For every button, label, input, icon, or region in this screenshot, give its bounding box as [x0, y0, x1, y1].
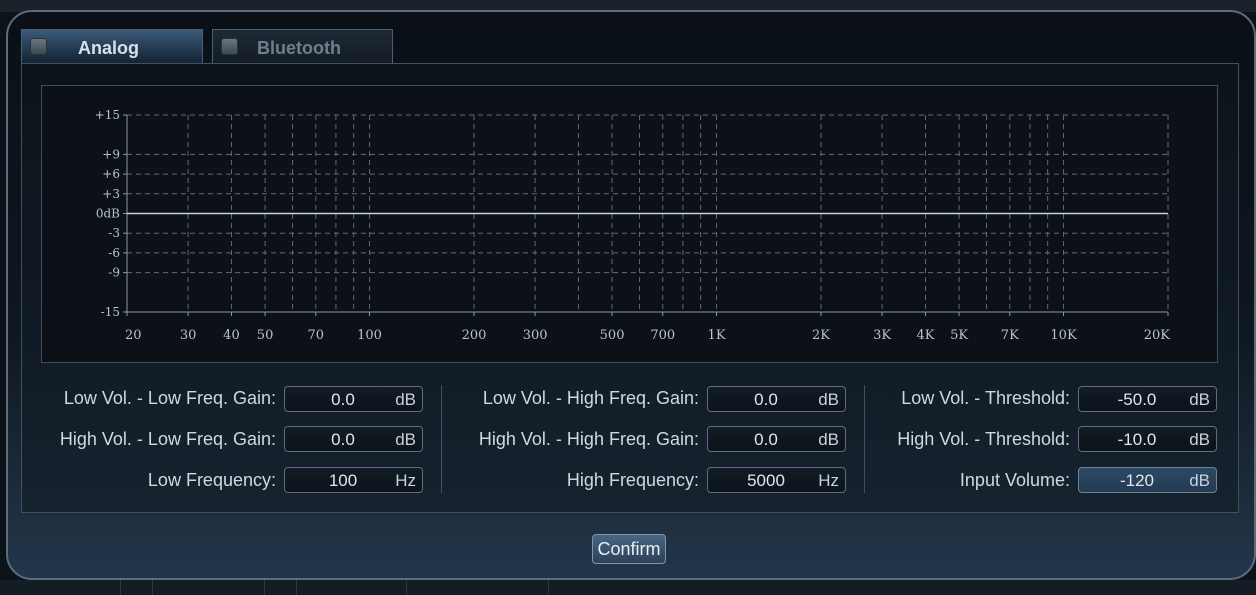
hv-high-gain-field[interactable]: 0.0 dB [707, 426, 846, 452]
hv-low-gain-value: 0.0 [331, 430, 355, 449]
bottom-divider [120, 580, 121, 595]
bottom-divider [296, 580, 297, 595]
x-tick-label: 10K [1050, 328, 1077, 343]
x-tick-label: 100 [357, 328, 382, 343]
x-tick-label: 40 [223, 328, 240, 343]
x-tick-label: 500 [600, 328, 625, 343]
tab-bluetooth[interactable]: Bluetooth [212, 29, 393, 63]
x-tick-label: 200 [462, 328, 487, 343]
x-tick-label: 5K [950, 328, 968, 343]
hv-high-gain-value: 0.0 [754, 430, 778, 449]
high-frequency-unit: Hz [818, 471, 839, 490]
hv-threshold-label: High Vol. - Threshold: [897, 429, 1070, 449]
tab-analog-label: Analog [78, 38, 139, 58]
x-tick-label: 3K [873, 328, 891, 343]
lv-threshold-label: Low Vol. - Threshold: [901, 388, 1070, 408]
bluetooth-checkbox[interactable] [221, 38, 238, 55]
lv-low-gain-label: Low Vol. - Low Freq. Gain: [63, 388, 276, 408]
lv-high-gain-value: 0.0 [754, 390, 778, 409]
hv-high-gain-unit: dB [818, 430, 839, 449]
tab-analog[interactable]: Analog [21, 29, 203, 63]
input-volume-unit: dB [1189, 471, 1210, 490]
x-tick-label: 1K [708, 328, 726, 343]
y-tick-label: +3 [102, 187, 120, 201]
hv-threshold-unit: dB [1189, 430, 1210, 449]
lv-low-gain-unit: dB [395, 390, 416, 409]
low-frequency-unit: Hz [395, 471, 416, 490]
lv-high-gain-label: Low Vol. - High Freq. Gain: [482, 388, 699, 408]
input-volume-field[interactable]: -120 dB [1078, 467, 1217, 493]
input-volume-label: Input Volume: [959, 470, 1070, 490]
high-frequency-value: 5000 [747, 471, 785, 490]
tab-bluetooth-label: Bluetooth [257, 38, 341, 58]
input-volume-value: -120 [1119, 471, 1155, 490]
low-frequency-value: 100 [328, 471, 358, 490]
x-tick-label: 4K [916, 328, 934, 343]
lv-threshold-unit: dB [1189, 390, 1210, 409]
hv-threshold-value: -10.0 [1117, 430, 1157, 449]
y-tick-label: -9 [108, 266, 120, 280]
x-tick-label: 700 [650, 328, 675, 343]
high-frequency-label: High Frequency: [566, 470, 699, 490]
column-divider [864, 385, 865, 493]
x-tick-label: 20 [125, 328, 142, 343]
y-tick-label: +6 [102, 167, 120, 181]
hv-high-gain-label: High Vol. - High Freq. Gain: [478, 429, 699, 449]
hv-low-gain-unit: dB [395, 430, 416, 449]
x-tick-label: 7K [1001, 328, 1019, 343]
x-tick-label: 300 [523, 328, 548, 343]
bottom-divider [548, 580, 549, 595]
lv-threshold-field[interactable]: -50.0 dB [1078, 386, 1217, 412]
y-tick-label: +9 [102, 147, 120, 161]
bottom-divider [264, 580, 265, 595]
background-bottom-strip [0, 580, 1256, 595]
hv-threshold-field[interactable]: -10.0 dB [1078, 426, 1217, 452]
lv-high-gain-field[interactable]: 0.0 dB [707, 386, 846, 412]
bottom-divider [406, 580, 407, 595]
low-frequency-field[interactable]: 100 Hz [284, 467, 423, 493]
y-tick-label: -15 [101, 305, 120, 319]
x-tick-label: 50 [257, 328, 274, 343]
low-frequency-label: Low Frequency: [147, 470, 276, 490]
lv-high-gain-unit: dB [818, 390, 839, 409]
x-tick-label: 30 [180, 328, 197, 343]
y-tick-label: +15 [95, 108, 120, 122]
bottom-divider [152, 580, 153, 595]
y-tick-label: -3 [108, 226, 120, 240]
x-tick-label: 2K [812, 328, 830, 343]
x-tick-label: 70 [308, 328, 325, 343]
eq-chart-svg: +15 +9 +6 +3 0dB -3 -6 -9 -15 20 30 40 50 70 100 200 300… [95, 108, 1171, 343]
lv-low-gain-field[interactable]: 0.0 dB [284, 386, 423, 412]
confirm-button[interactable]: Confirm [592, 534, 666, 564]
hv-low-gain-field[interactable]: 0.0 dB [284, 426, 423, 452]
x-tick-label: 20K [1144, 328, 1171, 343]
eq-curve-chart: +15 +9 +6 +3 0dB -3 -6 -9 -15 20 30 40 50 70 100 200 300… [41, 85, 1218, 363]
analog-checkbox[interactable] [30, 38, 47, 55]
lv-low-gain-value: 0.0 [331, 390, 355, 409]
y-tick-label: -6 [108, 246, 120, 260]
lv-threshold-value: -50.0 [1117, 390, 1157, 409]
hv-low-gain-label: High Vol. - Low Freq. Gain: [59, 429, 276, 449]
y-tick-label: 0dB [96, 207, 120, 221]
high-frequency-field[interactable]: 5000 Hz [707, 467, 846, 493]
